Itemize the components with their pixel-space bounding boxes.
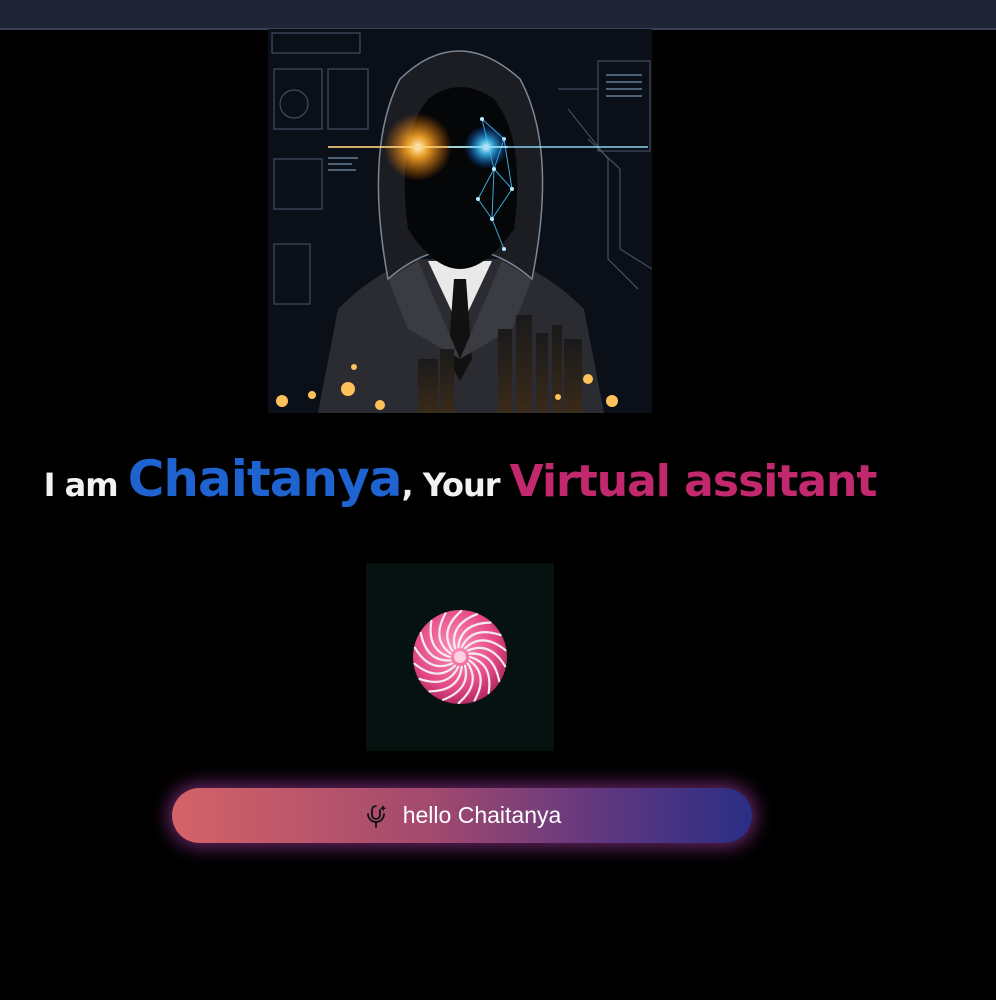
page-heading: I am Chaitanya, Your Virtual assitant bbox=[0, 450, 920, 508]
spinner-icon bbox=[413, 609, 507, 705]
mic-sparkle-icon bbox=[363, 803, 389, 829]
hooded-figure-icon bbox=[268, 29, 652, 413]
browser-top-bar bbox=[0, 0, 996, 30]
assistant-role: Virtual assitant bbox=[509, 456, 878, 507]
assistant-name: Chaitanya bbox=[127, 450, 403, 508]
talk-button[interactable]: hello Chaitanya bbox=[172, 788, 752, 843]
talk-button-label: hello Chaitanya bbox=[402, 802, 562, 828]
voice-loader bbox=[366, 563, 554, 751]
assistant-avatar-image bbox=[268, 29, 652, 413]
heading-connector: , Your bbox=[401, 466, 510, 504]
heading-prefix: I am bbox=[43, 466, 128, 504]
